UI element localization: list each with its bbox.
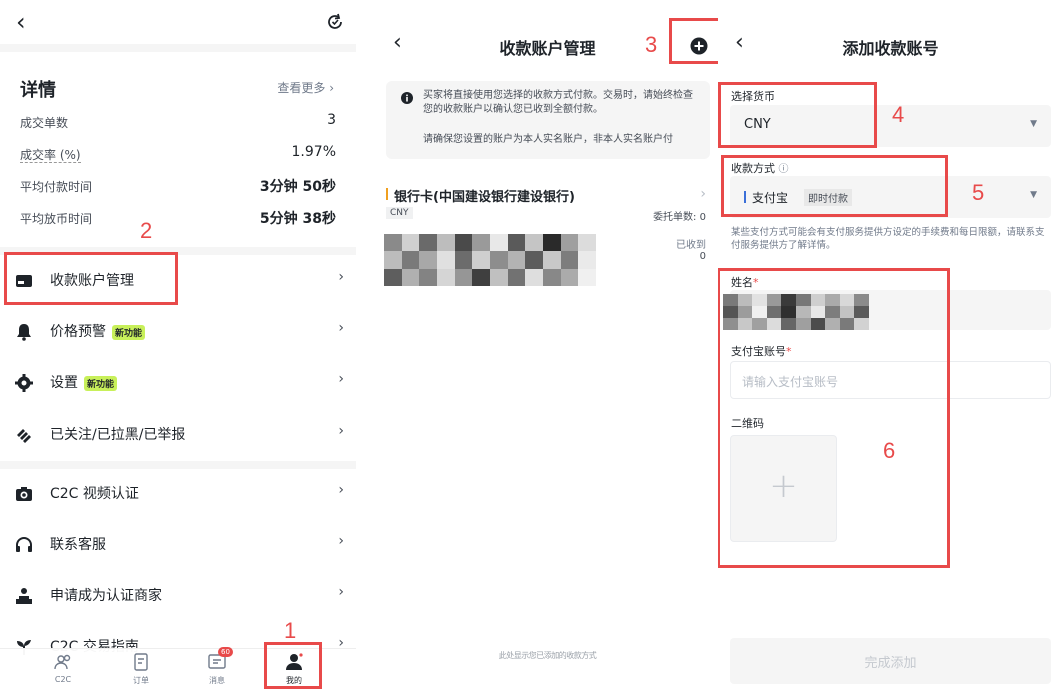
step-marker-6: 6 [883, 438, 896, 463]
method-label: 收款方式 ⓘ [731, 162, 789, 175]
footer-text: 此处显示您已添加的收款方式 [498, 651, 597, 660]
merchant-icon [16, 588, 32, 604]
headset-icon [16, 537, 32, 552]
currency-select[interactable]: CNY ▼ [730, 105, 1051, 147]
nav-tab-messages[interactable]: 消息 60 [202, 647, 233, 686]
divider [0, 247, 356, 255]
menu-item-apply-merchant[interactable]: 申请成为认证商家 › [0, 572, 356, 620]
new-feature-badge: 新功能 [112, 324, 146, 340]
payment-accounts-panel: ‹ 收款账户管理 3 买家将直接使用您选择的收款方式付款。交易时，请始终检查您的… [375, 0, 720, 689]
chevron-right-icon: › [700, 186, 706, 202]
camera-icon [16, 487, 32, 501]
method-select[interactable]: 支付宝 即时付款 ▼ [730, 176, 1051, 218]
chevron-right-icon: › [338, 533, 344, 549]
person-icon [286, 653, 303, 670]
redacted-name [723, 294, 869, 330]
dropdown-caret-icon: ▼ [1030, 119, 1037, 129]
detail-row: 成交单数 3 [20, 112, 336, 130]
details-title: 详情 [20, 80, 56, 101]
bottom-nav: C2C 订单 消息 60 我的 [0, 647, 356, 689]
detail-row: 平均放币时间 5分钟 38秒 [20, 211, 336, 227]
see-more-link[interactable]: 查看更多 › [277, 79, 334, 96]
step-marker-3: 3 [645, 32, 658, 57]
step-marker-5: 5 [972, 180, 985, 205]
step-marker-4: 4 [892, 102, 905, 127]
top-bar: ‹ [0, 0, 356, 44]
divider [0, 44, 356, 52]
currency-label: 选择货币 [731, 90, 775, 103]
detail-row: 成交率 (%) 1.97% [20, 144, 336, 163]
dropdown-caret-icon: ▼ [1030, 190, 1037, 200]
back-icon[interactable]: ‹ [735, 30, 744, 55]
step-marker-1: 1 [284, 618, 297, 643]
page-title: 收款账户管理 [499, 39, 596, 58]
menu-item-payment-accounts[interactable]: 收款账户管理 › [0, 257, 356, 305]
refresh-icon[interactable] [326, 13, 344, 31]
method-value: 支付宝 [752, 191, 789, 205]
info-circle-icon: ⓘ [778, 164, 789, 175]
menu-item-video-verify[interactable]: C2C 视频认证 › [0, 470, 356, 518]
alipay-account-input[interactable]: 请输入支付宝账号 [730, 361, 1051, 399]
plus-icon: + [769, 466, 798, 506]
menu-item-customer-service[interactable]: 联系客服 › [0, 521, 356, 569]
complete-add-button[interactable]: 完成添加 [730, 638, 1051, 684]
instant-pay-tag: 即时付款 [804, 189, 852, 206]
add-account-icon[interactable] [690, 37, 708, 55]
chevron-right-icon: › [338, 320, 344, 336]
chevron-right-icon: › [338, 584, 344, 600]
bell-icon [17, 324, 31, 341]
method-note: 某些支付方式可能会有支付服务提供方设定的手续费和每日限额，请联系支付服务提供方了… [731, 227, 1045, 251]
alipay-account-label: 支付宝账号* [731, 345, 792, 358]
step-marker-2: 2 [140, 218, 153, 243]
qr-code-label: 二维码 [731, 417, 764, 430]
alipay-account-placeholder: 请输入支付宝账号 [742, 375, 839, 389]
gear-icon [15, 374, 33, 392]
account-card[interactable]: 银行卡(中国建设银行建设银行) › CNY 委托单数: 0 已收到 0 [384, 180, 712, 290]
tag-icon [17, 429, 31, 443]
card-icon [16, 275, 32, 287]
qr-code-upload[interactable]: + [730, 435, 837, 542]
back-icon[interactable]: ‹ [16, 8, 26, 36]
accent-bar [386, 188, 388, 200]
orders-icon [134, 653, 148, 671]
method-accent-bar [744, 191, 746, 203]
menu-item-settings[interactable]: 设置 新功能 › [0, 359, 356, 407]
info-icon [401, 92, 413, 104]
users-icon [54, 654, 71, 670]
received-label: 已收到 [676, 240, 706, 251]
currency-value: CNY [744, 117, 771, 132]
chevron-right-icon: › [338, 371, 344, 387]
divider [0, 461, 356, 469]
name-label: 姓名* [731, 276, 759, 289]
currency-tag: CNY [386, 207, 413, 219]
menu-item-price-alert[interactable]: 价格预警 新功能 › [0, 308, 356, 356]
entrust-count: 委托单数: 0 [653, 212, 706, 223]
chevron-right-icon: › [338, 482, 344, 498]
page-title: 添加收款账号 [842, 39, 939, 58]
received-value: 0 [699, 251, 706, 262]
account-name: 银行卡(中国建设银行建设银行) [394, 190, 575, 205]
nav-tab-c2c[interactable]: C2C [48, 653, 78, 684]
notice-box: 买家将直接使用您选择的收款方式付款。交易时，请始终检查您的收款账户以确认您已收到… [386, 81, 710, 159]
chevron-right-icon: › [338, 269, 344, 285]
chevron-right-icon: › [338, 423, 344, 439]
profile-panel: ‹ 详情 查看更多 › 成交单数 3 成交率 (%) 1.97% 平均付款时间 … [0, 0, 356, 689]
nav-tab-profile[interactable]: 我的 [279, 653, 309, 686]
add-account-panel: ‹ 添加收款账号 选择货币 CNY ▼ 4 收款方式 ⓘ 支付宝 即时付款 ▼ … [718, 0, 1061, 689]
details-rows: 成交单数 3 成交率 (%) 1.97% 平均付款时间 3分钟 50秒 平均放币… [20, 112, 336, 240]
detail-row: 平均付款时间 3分钟 50秒 [20, 179, 336, 195]
nav-tab-orders[interactable]: 订单 [126, 653, 156, 686]
complete-add-label: 完成添加 [864, 656, 917, 671]
unread-count-badge: 60 [218, 647, 233, 657]
new-feature-badge: 新功能 [84, 375, 118, 391]
redacted-account-info [384, 234, 596, 286]
menu-item-follow-block-report[interactable]: 已关注/已拉黑/已举报 › [0, 411, 356, 459]
